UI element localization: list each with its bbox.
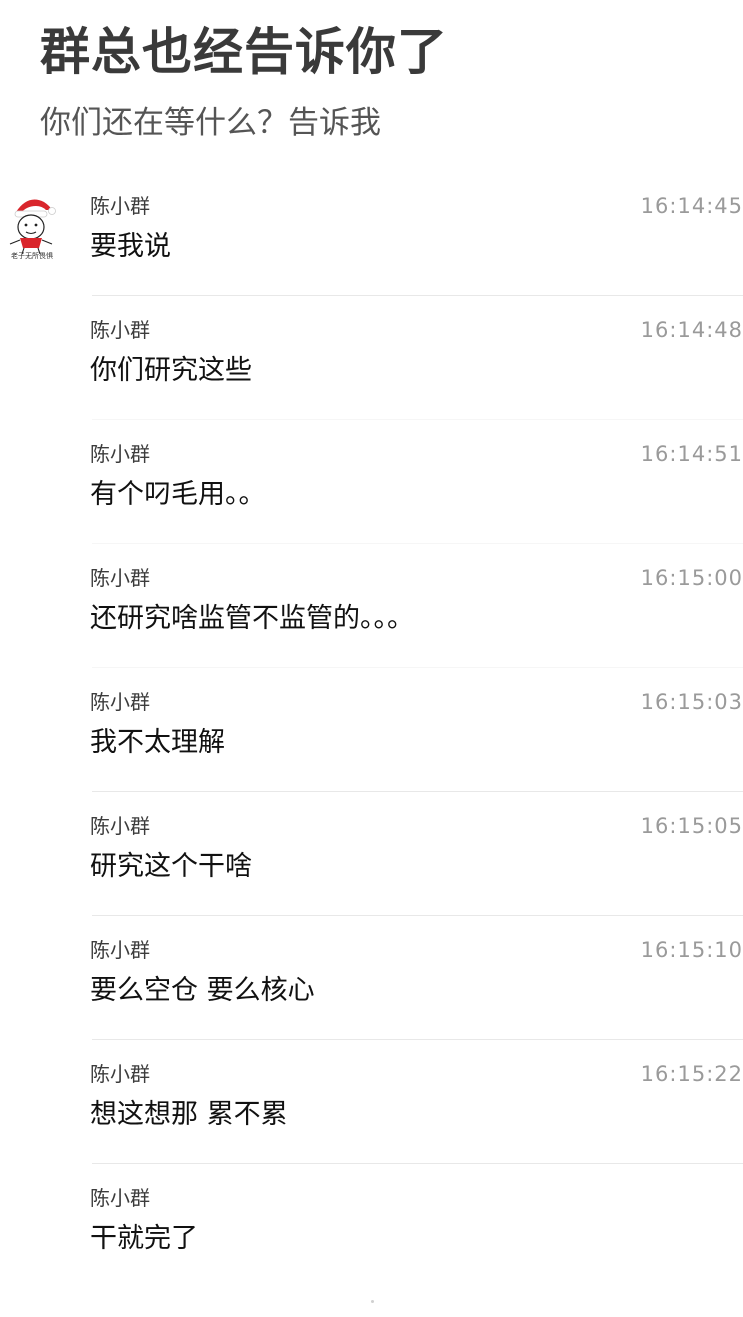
chat-header: 群总也经告诉你了 你们还在等什么？告诉我 [0, 0, 743, 170]
message-item: 陈小群 16:14:51 有个叼毛用。。 [0, 420, 743, 544]
message-timestamp: 16:15:05 [640, 814, 743, 838]
sender-name: 陈小群 [90, 690, 150, 714]
message-item: 陈小群 16:15:22 想这想那 累不累 [0, 1040, 743, 1164]
scroll-indicator-dot [371, 1300, 374, 1303]
sender-name: 陈小群 [90, 318, 150, 342]
message-text[interactable]: 要我说 [90, 228, 171, 266]
page-title: 群总也经告诉你了 [40, 23, 448, 81]
message-text[interactable]: 有个叼毛用。。 [90, 476, 266, 514]
sender-name: 陈小群 [90, 566, 150, 590]
message-list: 老子无所畏惧 陈小群 16:14:45 要我说 陈小群 16:14:48 你们研… [0, 172, 743, 1288]
message-item: 陈小群 16:15:10 要么空仓 要么核心 [0, 916, 743, 1040]
sender-name: 陈小群 [90, 1186, 150, 1210]
message-timestamp: 16:15:03 [640, 690, 743, 714]
message-item: 陈小群 16:15:00 还研究啥监管不监管的。。。 [0, 544, 743, 668]
message-timestamp: 16:15:10 [640, 938, 743, 962]
avatar[interactable]: 老子无所畏惧 [6, 194, 58, 264]
message-timestamp: 16:15:00 [640, 566, 743, 590]
message-timestamp: 16:14:51 [640, 442, 743, 466]
avatar-caption: 老子无所畏惧 [11, 252, 53, 260]
message-text[interactable]: 还研究啥监管不监管的。。。 [90, 600, 414, 638]
page-subtitle: 你们还在等什么？告诉我 [40, 105, 381, 141]
sender-name: 陈小群 [90, 442, 150, 466]
sender-name: 陈小群 [90, 814, 150, 838]
message-item: 陈小群 16:15:05 研究这个干啥 [0, 792, 743, 916]
sender-name: 陈小群 [90, 194, 150, 218]
message-timestamp: 16:14:48 [640, 318, 743, 342]
message-text[interactable]: 想这想那 累不累 [90, 1096, 288, 1134]
message-item: 陈小群 16:15:03 我不太理解 [0, 668, 743, 792]
message-text[interactable]: 干就完了 [90, 1220, 198, 1258]
message-text[interactable]: 你们研究这些 [90, 352, 252, 390]
message-text[interactable]: 要么空仓 要么核心 [90, 972, 315, 1010]
sender-name: 陈小群 [90, 1062, 150, 1086]
sender-name: 陈小群 [90, 938, 150, 962]
message-text[interactable]: 我不太理解 [90, 724, 225, 762]
message-item: 陈小群 干就完了 [0, 1164, 743, 1288]
message-item: 老子无所畏惧 陈小群 16:14:45 要我说 [0, 172, 743, 296]
message-timestamp: 16:14:45 [640, 194, 743, 218]
message-text[interactable]: 研究这个干啥 [90, 848, 252, 886]
message-timestamp: 16:15:22 [640, 1062, 743, 1086]
message-item: 陈小群 16:14:48 你们研究这些 [0, 296, 743, 420]
